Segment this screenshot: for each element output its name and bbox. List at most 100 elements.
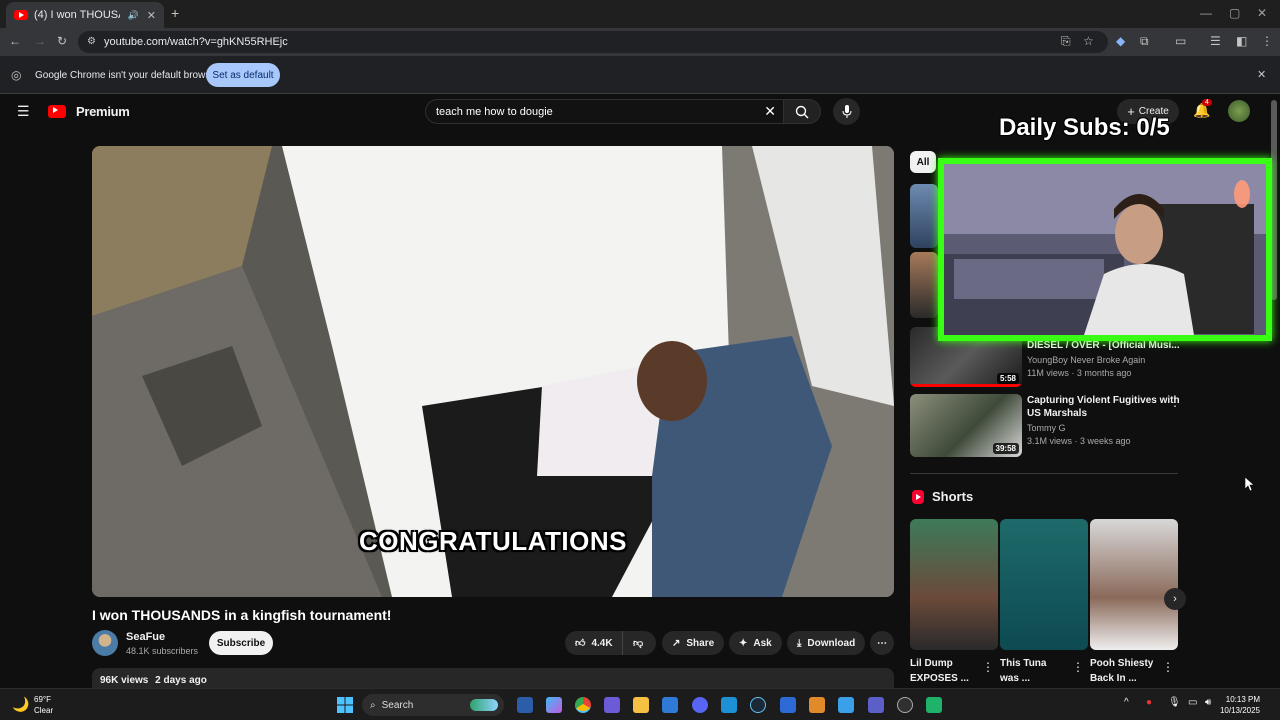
- short-title-line: was ...: [1000, 673, 1031, 684]
- tray-overflow-icon[interactable]: ^: [1124, 697, 1129, 708]
- speaker-icon[interactable]: 🔊: [128, 10, 139, 21]
- tab-close-icon[interactable]: ✕: [147, 9, 156, 22]
- download-button[interactable]: ⤓ Download: [787, 631, 866, 655]
- search-input[interactable]: teach me how to dougie ✕: [425, 99, 785, 124]
- reload-icon[interactable]: ↻: [57, 34, 67, 48]
- microphone-icon: [842, 104, 851, 118]
- app-icon[interactable]: [604, 697, 620, 713]
- video-player[interactable]: CONGRATULATIONS: [92, 146, 894, 597]
- voice-search-button[interactable]: [833, 98, 860, 125]
- window-close-icon[interactable]: ✕: [1257, 6, 1267, 20]
- short-thumbnail[interactable]: [1090, 519, 1178, 650]
- infobar-close-icon[interactable]: ✕: [1257, 68, 1266, 81]
- chip-all[interactable]: All: [910, 151, 936, 173]
- notepad-icon[interactable]: [662, 697, 678, 713]
- view-count: 96K views: [100, 675, 149, 686]
- channel-avatar[interactable]: [92, 630, 118, 656]
- weather-widget[interactable]: 69°F Clear: [34, 694, 53, 716]
- volume-icon[interactable]: 🔊︎: [1205, 697, 1211, 708]
- divider: [910, 473, 1178, 474]
- shorts-label: Shorts: [932, 489, 974, 504]
- more-vertical-icon[interactable]: ⋮: [1072, 660, 1084, 674]
- tray-app-icon[interactable]: ●: [1146, 697, 1152, 708]
- tab-title: (4) I won THOUSANDS in a: [34, 9, 120, 21]
- recommendation-title-line: US Marshals: [1027, 408, 1088, 419]
- more-vertical-icon[interactable]: ⋮: [982, 660, 994, 674]
- teams-icon[interactable]: [868, 697, 884, 713]
- subscribe-button[interactable]: Subscribe: [209, 631, 273, 655]
- browser-tab[interactable]: (4) I won THOUSANDS in a 🔊 ✕: [6, 2, 164, 28]
- taskbar-search[interactable]: ⌕ Search: [362, 694, 504, 716]
- short-title[interactable]: Lil Dump EXPOSES ...: [910, 656, 969, 686]
- menu-kebab-icon[interactable]: ⋮: [1261, 34, 1273, 48]
- set-default-button[interactable]: Set as default: [206, 63, 280, 87]
- store-icon[interactable]: [780, 697, 796, 713]
- short-title-line: Lil Dump: [910, 658, 953, 669]
- system-clock[interactable]: 10:13 PM 10/13/2025: [1220, 694, 1260, 716]
- short-title[interactable]: This Tuna was ...: [1000, 656, 1046, 686]
- chrome-taskbar-icon[interactable]: [575, 697, 591, 713]
- back-icon[interactable]: ←: [9, 34, 21, 48]
- webcam-feed: [944, 164, 1266, 335]
- like-button[interactable]: 👍︎ 4.4K: [565, 631, 622, 655]
- extension-icon[interactable]: ◆: [1116, 34, 1125, 48]
- ask-button[interactable]: ✦ Ask: [729, 631, 782, 655]
- extensions-puzzle-icon[interactable]: ⧉: [1140, 34, 1149, 49]
- download-label: Download: [807, 637, 856, 649]
- app-icon[interactable]: [809, 697, 825, 713]
- short-title[interactable]: Pooh Shiesty Back In ...: [1090, 656, 1153, 686]
- task-view-icon[interactable]: [517, 697, 533, 713]
- profile-icon[interactable]: ◧: [1236, 34, 1247, 48]
- forward-icon[interactable]: →: [34, 34, 46, 48]
- file-explorer-icon[interactable]: [633, 697, 649, 713]
- photos-icon[interactable]: [721, 697, 737, 713]
- minimize-icon[interactable]: —: [1200, 6, 1212, 20]
- shorts-next-button[interactable]: ›: [1164, 588, 1186, 610]
- app-icon[interactable]: [838, 697, 854, 713]
- recommendation-channel[interactable]: YoungBoy Never Broke Again: [1027, 355, 1145, 365]
- notifications-button[interactable]: 🔔 4: [1193, 99, 1212, 120]
- tab-strip: (4) I won THOUSANDS in a 🔊 ✕ + — ▢ ✕: [0, 0, 1280, 28]
- recommendation-title[interactable]: Capturing Violent Fugitives with US Mars…: [1027, 394, 1180, 420]
- recommendation-meta: 11M views · 3 months ago: [1027, 368, 1132, 378]
- video-duration: 39:58: [992, 443, 1019, 454]
- hamburger-menu-icon[interactable]: ☰: [17, 103, 30, 120]
- search-button[interactable]: [783, 99, 821, 124]
- channel-name[interactable]: SeaFue: [126, 631, 165, 643]
- youtube-logo[interactable]: Premium: [48, 104, 130, 119]
- browser-toolbar: ← → ↻ ⚙ youtube.com/watch?v=ghKN55RHEjc …: [0, 28, 1280, 56]
- copilot-icon[interactable]: [546, 697, 562, 713]
- bookmark-star-icon[interactable]: ☆: [1083, 34, 1094, 48]
- download-icon: ⤓: [797, 637, 802, 649]
- more-horizontal-icon: ⋯: [877, 637, 887, 649]
- recommendation-channel[interactable]: Tommy G: [1027, 423, 1066, 433]
- dislike-button[interactable]: 👎︎: [622, 631, 656, 655]
- steam-icon[interactable]: [750, 697, 766, 713]
- address-bar[interactable]: ⚙ youtube.com/watch?v=ghKN55RHEjc: [78, 31, 1108, 53]
- clear-search-icon[interactable]: ✕: [764, 103, 776, 120]
- more-vertical-icon[interactable]: ⋮: [1169, 395, 1181, 409]
- maximize-icon[interactable]: ▢: [1229, 6, 1240, 20]
- cast-icon[interactable]: ▭: [1175, 34, 1186, 48]
- share-button[interactable]: ↗ Share: [662, 631, 725, 655]
- new-tab-icon[interactable]: +: [171, 5, 179, 21]
- network-icon[interactable]: ▭: [1188, 697, 1197, 708]
- install-app-icon[interactable]: ⎘: [1061, 34, 1071, 49]
- more-vertical-icon[interactable]: ⋮: [1162, 660, 1174, 674]
- chevron-right-icon: ›: [1173, 593, 1177, 605]
- discord-icon[interactable]: [692, 697, 708, 713]
- app-icon[interactable]: [926, 697, 942, 713]
- obs-icon[interactable]: [897, 697, 913, 713]
- recommendation-thumbnail[interactable]: 39:58: [910, 394, 1022, 457]
- windows-start-icon[interactable]: [337, 697, 353, 713]
- reading-list-icon[interactable]: ☰: [1210, 34, 1221, 48]
- site-info-icon[interactable]: ⚙: [87, 36, 96, 47]
- recommendation-thumbnail[interactable]: [910, 184, 938, 248]
- more-actions-button[interactable]: ⋯: [870, 631, 894, 655]
- short-thumbnail[interactable]: [910, 519, 998, 650]
- weather-icon[interactable]: 🌙: [12, 696, 29, 713]
- account-avatar[interactable]: [1228, 100, 1250, 122]
- short-thumbnail[interactable]: [1000, 519, 1088, 650]
- microphone-tray-icon[interactable]: 🎙︎: [1168, 697, 1181, 708]
- recommendation-thumbnail[interactable]: [910, 252, 938, 318]
